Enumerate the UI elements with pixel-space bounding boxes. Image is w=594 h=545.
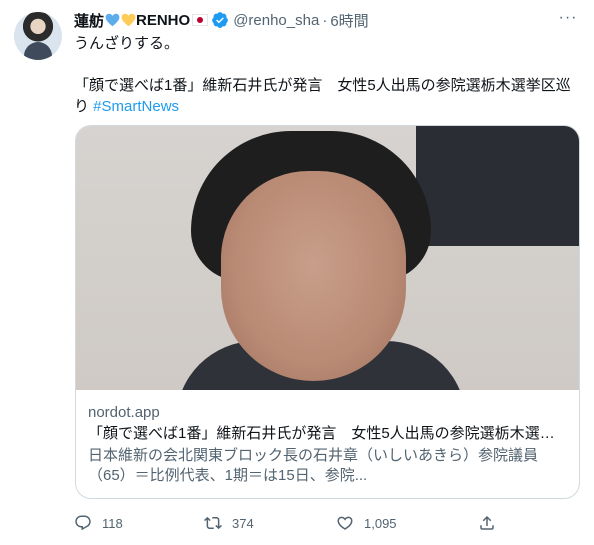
tweet-text-spacer (74, 54, 580, 75)
author-name-suffix: RENHO (136, 11, 191, 29)
verified-badge-icon (212, 12, 229, 28)
action-bar: 118 374 1,095 (74, 514, 504, 536)
card-description: 日本維新の会北関東ブロック長の石井章（いしいあきら）参院議員 （65）＝比例代表… (88, 446, 567, 486)
card-image (76, 126, 579, 390)
author-handle[interactable]: @renho_sha (233, 12, 319, 29)
tweet-text-line-end: り (74, 98, 94, 115)
tweet-text: うんざりする。 「顔で選べば1番」維新石井氏が発言 女性5人出馬の参院選栃木選挙… (74, 33, 580, 117)
tweet-timestamp[interactable]: 6時間 (330, 10, 368, 31)
like-icon (337, 516, 353, 530)
retweet-icon (204, 516, 222, 530)
hashtag-link[interactable]: #SmartNews (93, 98, 179, 115)
author-name[interactable]: 蓮舫 RENHO (74, 10, 209, 31)
card-title: 「顔で選べば1番」維新石井氏が発言 女性5人出馬の参院選栃木選挙... (88, 425, 567, 442)
card-body: nordot.app 「顔で選べば1番」維新石井氏が発言 女性5人出馬の参院選栃… (76, 390, 579, 486)
photo-face (221, 171, 406, 381)
reply-icon (75, 515, 91, 531)
link-card[interactable]: nordot.app 「顔で選べば1番」維新石井氏が発言 女性5人出馬の参院選栃… (75, 125, 580, 499)
tweet[interactable]: ··· 蓮舫 RENHO @renho_sha · 6時間 うんざりする。 「顔… (0, 0, 594, 545)
separator-dot: · (322, 11, 328, 29)
retweet-count: 374 (232, 515, 254, 531)
card-domain: nordot.app (88, 404, 160, 421)
tweet-text-line: 「顔で選べば1番」維新石井氏が発言 女性5人出馬の参院選栃木選挙区巡 (74, 77, 571, 94)
tweet-header: 蓮舫 RENHO @renho_sha · 6時間 (74, 9, 580, 31)
japan-flag-icon (192, 14, 209, 26)
card-description-line: 日本維新の会北関東ブロック長の石井章（いしいあきら）参院議員 (88, 447, 539, 464)
photo-background (416, 126, 579, 246)
reply-button[interactable]: 118 (74, 514, 123, 532)
avatar-figure (24, 42, 52, 60)
like-button[interactable]: 1,095 (336, 514, 397, 532)
like-count: 1,095 (364, 515, 397, 531)
tweet-text-line: うんざりする。 (74, 35, 180, 52)
blue-heart-icon (105, 13, 120, 27)
retweet-button[interactable]: 374 (204, 514, 254, 532)
avatar[interactable] (14, 12, 62, 60)
reply-count: 118 (102, 515, 123, 531)
author-name-text: 蓮舫 (74, 12, 105, 30)
yellow-heart-icon (121, 13, 136, 27)
tweet-content: 蓮舫 RENHO @renho_sha · 6時間 うんざりする。 「顔で選べば… (74, 9, 580, 117)
card-description-line: （65）＝比例代表、1期＝は15日、参院... (88, 467, 368, 484)
share-icon (480, 515, 494, 530)
share-button[interactable] (478, 514, 506, 532)
tweet-text-line: り #SmartNews (74, 96, 580, 117)
